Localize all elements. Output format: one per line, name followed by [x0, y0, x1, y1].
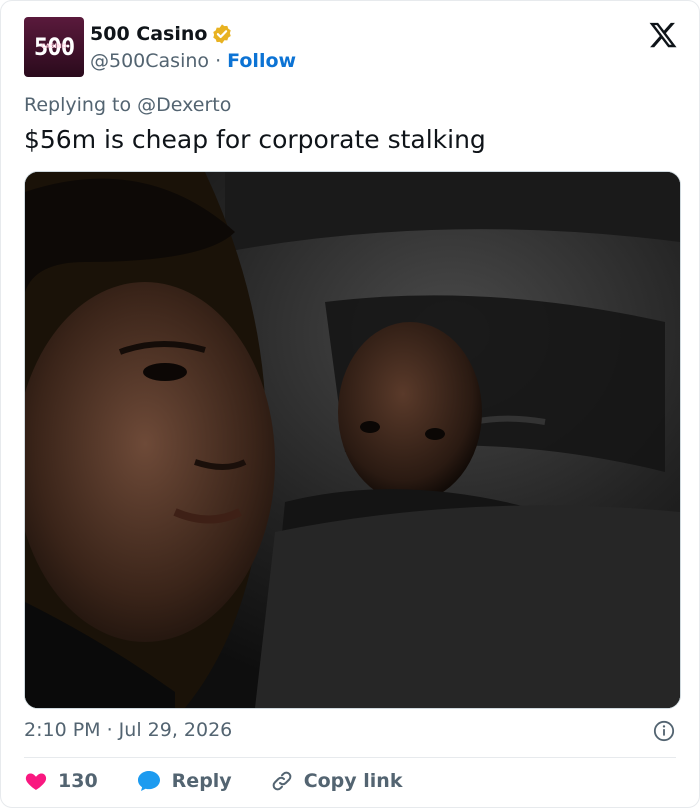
- tweet-timestamp[interactable]: 2:10 PM · Jul 29, 2026: [24, 719, 232, 741]
- car-interior-photo: [25, 172, 680, 708]
- like-count: 130: [58, 770, 98, 792]
- link-icon: [272, 771, 292, 791]
- handle[interactable]: @500Casino: [90, 50, 209, 72]
- heart-icon: [25, 773, 47, 790]
- replying-to[interactable]: Replying to @Dexerto: [24, 94, 231, 116]
- display-name[interactable]: 500 Casino: [90, 23, 207, 45]
- tweet-media-photo[interactable]: [24, 171, 681, 709]
- like-button[interactable]: 130: [24, 769, 98, 793]
- reply-label: Reply: [171, 770, 232, 792]
- follow-button[interactable]: Follow: [227, 50, 296, 72]
- display-name-row[interactable]: 500 Casino: [90, 23, 233, 45]
- avatar-logo-subtext: CASINO: [41, 43, 67, 50]
- handle-separator: ·: [215, 50, 222, 72]
- reply-bubble-icon: [137, 771, 160, 791]
- avatar[interactable]: 500 CASINO: [24, 17, 84, 77]
- reply-button[interactable]: Reply: [136, 769, 232, 793]
- tweet-card: 500 CASINO 500 Casino @500Casino · Follo…: [0, 0, 700, 808]
- action-bar: 130 Reply Copy link: [24, 769, 440, 793]
- handle-row: @500Casino · Follow: [90, 50, 296, 72]
- x-logo-icon[interactable]: [648, 20, 678, 50]
- verified-badge-icon: [213, 24, 232, 44]
- copy-link-label: Copy link: [303, 770, 403, 792]
- tweet-text: $56m is cheap for corporate stalking: [24, 125, 486, 154]
- divider: [24, 757, 676, 758]
- info-icon[interactable]: [653, 720, 675, 742]
- copy-link-button[interactable]: Copy link: [270, 769, 403, 793]
